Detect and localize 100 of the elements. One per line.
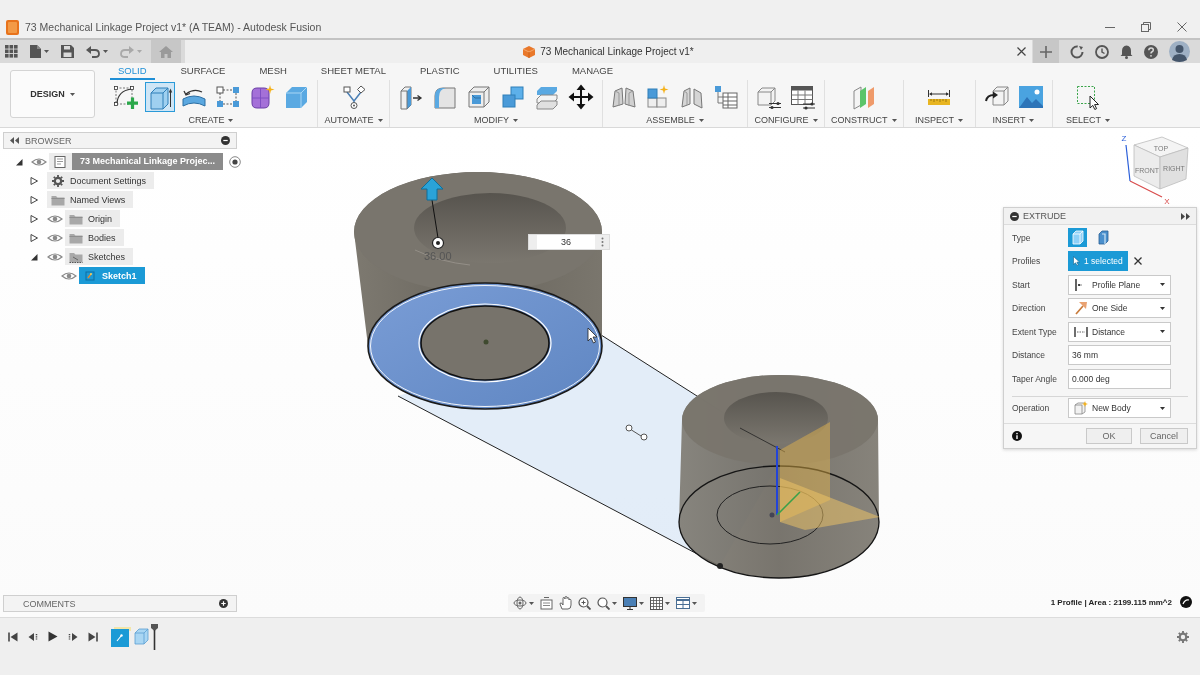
tool-group-menu[interactable]: INSPECT bbox=[915, 115, 963, 125]
caret-icon[interactable] bbox=[891, 118, 897, 122]
close-icon[interactable] bbox=[1177, 22, 1187, 32]
close-icon[interactable] bbox=[1017, 47, 1026, 56]
expand-triangle-icon[interactable] bbox=[30, 176, 38, 185]
viewports-icon[interactable] bbox=[676, 597, 690, 609]
caret-icon[interactable] bbox=[1029, 118, 1035, 122]
caret-icon[interactable] bbox=[513, 118, 518, 122]
zoom-icon[interactable] bbox=[578, 596, 591, 610]
info-icon[interactable] bbox=[1012, 431, 1022, 441]
eye-icon[interactable] bbox=[61, 270, 77, 281]
workspace-menu-button[interactable]: DESIGN bbox=[10, 70, 95, 118]
collapse-triangle-icon[interactable] bbox=[30, 252, 38, 261]
avatar-icon[interactable] bbox=[1169, 41, 1190, 62]
grid-icon[interactable] bbox=[650, 596, 663, 610]
caret-icon[interactable] bbox=[958, 118, 963, 122]
extrude-arrow-handle[interactable] bbox=[420, 177, 445, 250]
expand-panel-icon[interactable] bbox=[1181, 212, 1190, 220]
step-back-icon[interactable] bbox=[28, 631, 38, 642]
step-forward-icon[interactable] bbox=[68, 631, 78, 642]
dialog-button[interactable]: Cancel bbox=[1140, 428, 1188, 444]
toolbar-tab[interactable]: PLASTIC bbox=[411, 63, 468, 80]
minus-circle-icon[interactable] bbox=[221, 136, 230, 145]
sketch-feature-icon[interactable] bbox=[111, 626, 131, 647]
tree-item[interactable]: Origin bbox=[65, 210, 120, 227]
timeline-marker-icon[interactable] bbox=[151, 623, 158, 650]
restore-icon[interactable] bbox=[1141, 22, 1151, 32]
caret-icon[interactable] bbox=[44, 50, 49, 53]
file-icon[interactable] bbox=[30, 45, 41, 58]
skip-to-start-icon[interactable] bbox=[8, 631, 18, 642]
eye-icon[interactable] bbox=[31, 156, 47, 167]
clear-icon[interactable] bbox=[1134, 257, 1142, 266]
dropdown[interactable]: One Side bbox=[1068, 298, 1171, 319]
solid-extrude-button[interactable] bbox=[1068, 228, 1087, 248]
caret-icon[interactable] bbox=[228, 118, 234, 122]
minus-circle-icon[interactable] bbox=[1010, 211, 1019, 221]
toolbar-tab[interactable]: UTILITIES bbox=[485, 63, 546, 80]
tree-item[interactable]: Sketches bbox=[65, 248, 134, 265]
toolbar-tab[interactable]: SURFACE bbox=[172, 63, 234, 80]
caret-icon[interactable] bbox=[692, 601, 697, 605]
caret-icon[interactable] bbox=[1105, 118, 1110, 122]
move-tool-button[interactable] bbox=[566, 82, 596, 112]
dropdown[interactable]: Profile Plane bbox=[1068, 274, 1171, 295]
undo-icon[interactable] bbox=[86, 45, 100, 58]
tool-group-menu[interactable]: INSERT bbox=[992, 115, 1035, 125]
tool-group-menu[interactable]: ASSEMBLE bbox=[646, 115, 704, 125]
caret-icon[interactable] bbox=[69, 92, 75, 96]
apps-grid-icon[interactable] bbox=[5, 45, 18, 58]
help-icon[interactable] bbox=[1144, 44, 1158, 59]
zoom-window-icon[interactable] bbox=[597, 596, 610, 610]
caret-icon[interactable] bbox=[1160, 306, 1165, 310]
caret-icon[interactable] bbox=[529, 601, 534, 605]
expand-triangle-icon[interactable] bbox=[30, 233, 38, 242]
selected-profile-ring[interactable] bbox=[367, 282, 603, 410]
caret-icon[interactable] bbox=[1160, 330, 1165, 334]
radio-icon[interactable] bbox=[229, 155, 242, 168]
tree-item[interactable]: Bodies bbox=[65, 229, 124, 246]
caret-icon[interactable] bbox=[812, 118, 818, 122]
collapse-panel-icon[interactable] bbox=[10, 137, 19, 144]
new-tab-button[interactable] bbox=[1033, 40, 1059, 63]
pan-hand-icon[interactable] bbox=[559, 596, 572, 610]
input-field[interactable]: 36 mm bbox=[1068, 345, 1171, 366]
tool-group-menu[interactable]: SELECT bbox=[1066, 115, 1110, 125]
dropdown[interactable]: Distance bbox=[1068, 321, 1171, 342]
dropdown[interactable]: New Body bbox=[1068, 398, 1171, 419]
tool-group-menu[interactable]: MODIFY bbox=[474, 115, 518, 125]
view-cube[interactable] bbox=[1125, 136, 1189, 198]
circle-mark-icon[interactable] bbox=[1180, 596, 1192, 608]
notification-bell-icon[interactable] bbox=[1120, 44, 1133, 59]
caret-icon[interactable] bbox=[1160, 283, 1165, 287]
tree-item[interactable]: Document Settings bbox=[47, 172, 155, 189]
caret-icon[interactable] bbox=[612, 601, 617, 605]
caret-icon[interactable] bbox=[698, 118, 704, 122]
toolbar-tab[interactable]: MESH bbox=[251, 63, 295, 80]
eye-icon[interactable] bbox=[47, 232, 63, 243]
play-icon[interactable] bbox=[48, 631, 58, 642]
tree-item[interactable]: Named Views bbox=[47, 191, 134, 208]
display-monitor-icon[interactable] bbox=[623, 596, 637, 610]
tool-group-menu[interactable]: AUTOMATE bbox=[324, 115, 383, 125]
expand-triangle-icon[interactable] bbox=[30, 214, 38, 223]
caret-icon[interactable] bbox=[1160, 406, 1165, 410]
input-field[interactable]: 0.000 deg bbox=[1068, 368, 1171, 389]
save-icon[interactable] bbox=[61, 45, 74, 58]
clock-icon[interactable] bbox=[1095, 44, 1109, 59]
toolbar-tab[interactable]: MANAGE bbox=[563, 63, 622, 80]
eye-icon[interactable] bbox=[47, 213, 63, 224]
expand-triangle-icon[interactable] bbox=[30, 195, 38, 204]
caret-icon[interactable] bbox=[103, 50, 108, 53]
tool-group-menu[interactable]: CONSTRUCT bbox=[831, 115, 897, 125]
document-tab-title[interactable]: 73 Mechanical Linkage Project v1* bbox=[540, 46, 694, 57]
plus-circle-icon[interactable] bbox=[219, 599, 228, 608]
tool-group-menu[interactable]: CREATE bbox=[188, 115, 234, 125]
tool-group-menu[interactable]: CONFIGURE bbox=[754, 115, 818, 125]
extrude-tool-button[interactable] bbox=[145, 82, 175, 112]
skip-to-end-icon[interactable] bbox=[88, 631, 98, 642]
caret-icon[interactable] bbox=[377, 118, 383, 122]
eye-icon[interactable] bbox=[47, 251, 63, 262]
settings-icon[interactable] bbox=[1177, 630, 1189, 643]
caret-icon[interactable] bbox=[665, 601, 670, 605]
collapse-triangle-icon[interactable] bbox=[15, 157, 23, 166]
